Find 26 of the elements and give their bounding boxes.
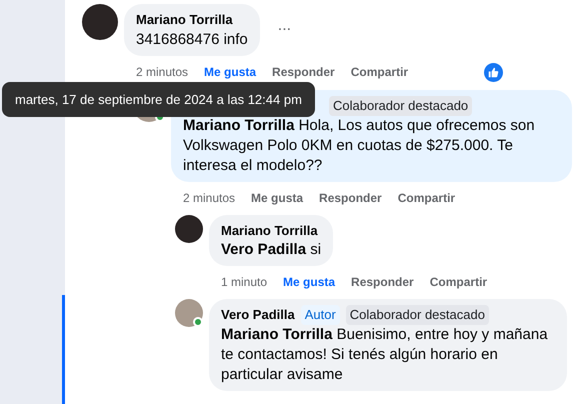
author-name[interactable]: Mariano Torrilla [136, 10, 233, 30]
comment-text: Vero Padilla si [221, 240, 322, 260]
share-link[interactable]: Compartir [430, 273, 488, 291]
badge: Colaborador destacado [346, 305, 489, 325]
like-link[interactable]: Me gusta [251, 188, 304, 206]
timestamp-link[interactable]: 1 minuto [221, 273, 268, 291]
badge: Autor [300, 305, 340, 325]
like-link[interactable]: Me gusta [204, 63, 256, 81]
author-name[interactable]: Vero Padilla [221, 305, 295, 325]
more-options-button[interactable]: ... [278, 18, 292, 34]
date-tooltip: martes, 17 de septiembre de 2024 a las 12:44 pm [2, 82, 315, 117]
badge: Colaborador destacado [329, 96, 472, 116]
timestamp-link[interactable]: 2 minutos [136, 63, 188, 81]
share-link[interactable]: Compartir [398, 188, 456, 206]
like-link[interactable]: Me gusta [283, 273, 336, 291]
share-link[interactable]: Compartir [350, 63, 408, 81]
comment-text: Mariano Torrilla Hola, Los autos que ofrecemos son Volkswagen Polo 0KM en cuotas de $275.000. Te interesa el modelo?? [183, 116, 536, 176]
reply-link[interactable]: Responder [351, 273, 414, 291]
timestamp-link[interactable]: 2 minutos [183, 188, 236, 206]
comment-text: 3416868476 info [136, 30, 248, 50]
comment-text: Mariano Torrilla Buenisimo, entre hoy y mañana te contactamos! Si tenés algún horario en particular avisame [221, 325, 549, 385]
avatar[interactable] [82, 4, 118, 40]
author-name[interactable]: Mariano Torrilla [221, 220, 318, 240]
reply-link[interactable]: Responder [319, 188, 382, 206]
avatar[interactable] [175, 214, 203, 242]
reply-link[interactable]: Responder [272, 63, 335, 81]
